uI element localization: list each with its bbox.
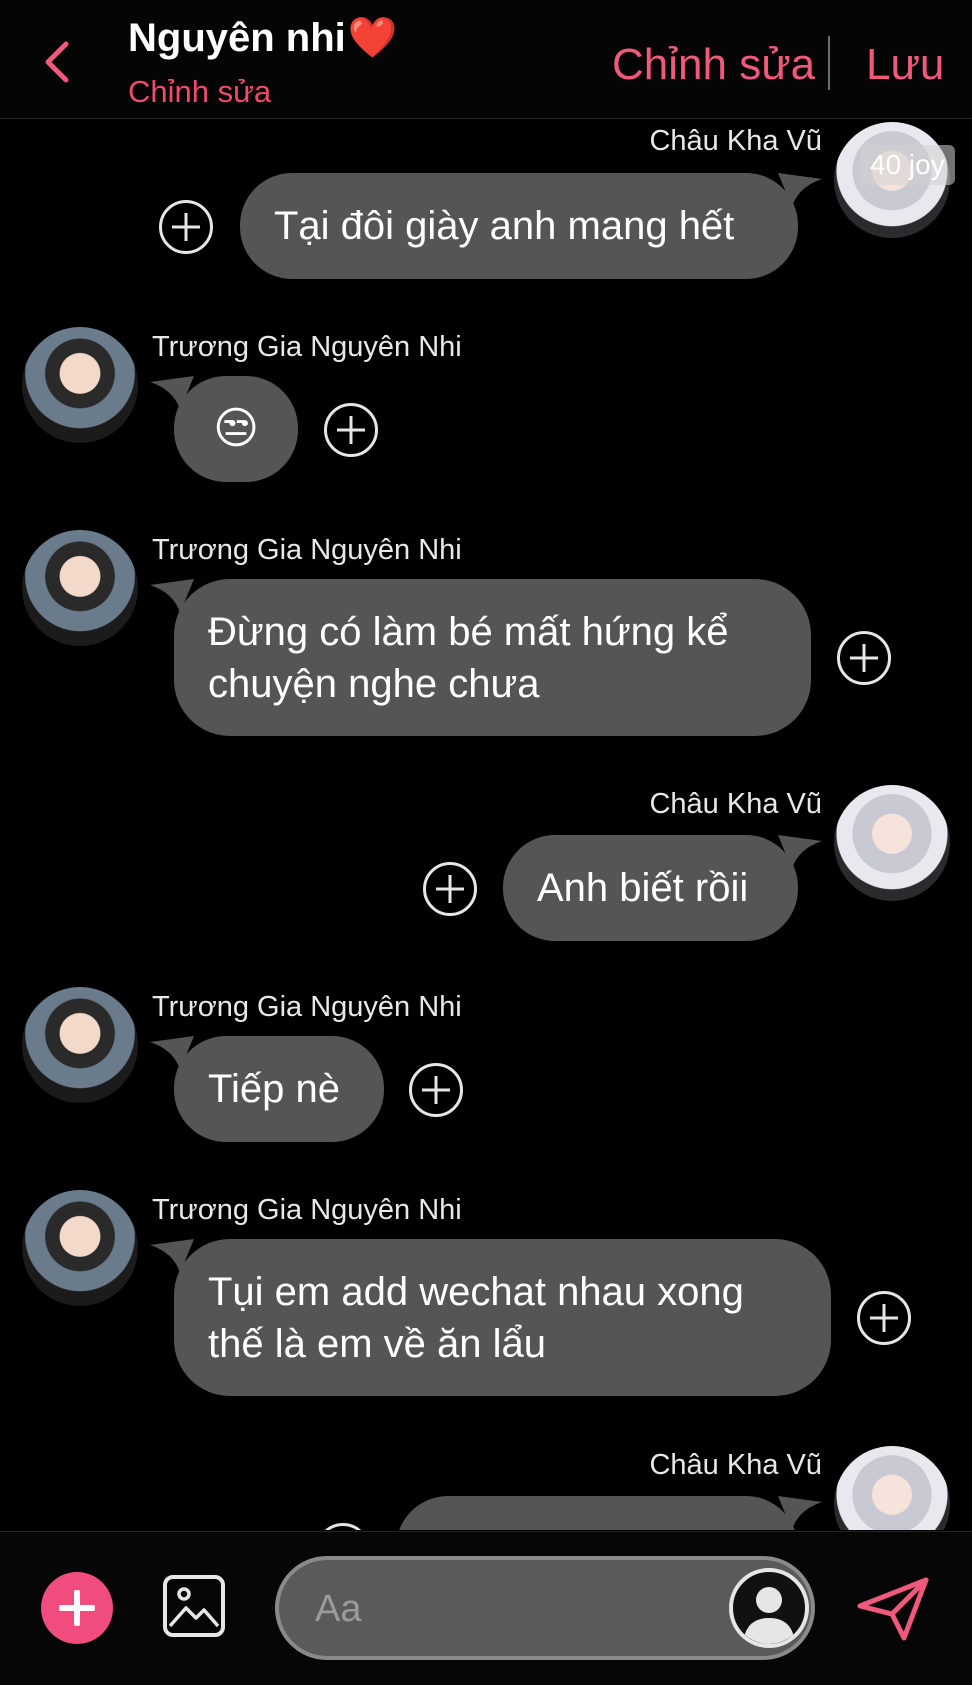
bubble-tail xyxy=(778,173,822,207)
message-text: Tại đôi giày anh mang hết xyxy=(274,204,735,248)
bubble-tail xyxy=(778,1496,822,1530)
conversation-subtitle[interactable]: Chỉnh sửa xyxy=(128,74,271,110)
message-bubble[interactable]: Đừng có làm bé mất hứng kể chuyện nghe c… xyxy=(174,579,811,736)
message-bubble[interactable]: 😒 xyxy=(174,376,298,482)
sender-name: Trương Gia Nguyên Nhi xyxy=(152,331,462,363)
react-plus-icon[interactable] xyxy=(324,403,378,457)
header-divider xyxy=(828,36,830,90)
avatar[interactable] xyxy=(22,327,138,443)
message-emoji: 😒 xyxy=(213,404,259,453)
composer-bar xyxy=(0,1531,972,1685)
message-input[interactable] xyxy=(313,1580,677,1638)
bubble-tail xyxy=(778,835,822,869)
edit-button[interactable]: Chỉnh sửa xyxy=(612,40,815,90)
react-plus-icon[interactable] xyxy=(409,1063,463,1117)
add-plus-icon[interactable] xyxy=(41,1572,113,1644)
message-text: Tụi em add wechat nhau xong thế là em về… xyxy=(208,1269,744,1366)
react-plus-icon[interactable] xyxy=(159,200,213,254)
sender-name: Châu Kha Vũ xyxy=(649,788,822,820)
message-input-field[interactable] xyxy=(275,1556,815,1660)
message-bubble[interactable]: Tụi em add wechat nhau xong thế là em về… xyxy=(174,1239,831,1396)
image-icon[interactable] xyxy=(162,1574,226,1638)
heart-icon: ❤️ xyxy=(347,16,398,60)
avatar[interactable] xyxy=(22,1190,138,1306)
avatar[interactable] xyxy=(834,785,950,901)
react-plus-icon[interactable] xyxy=(316,1523,370,1530)
message-list[interactable]: Châu Kha Vũ 40 joy Tại đôi giày anh mang… xyxy=(0,119,972,1530)
message-bubble[interactable]: Tại đôi giày anh mang hết xyxy=(240,173,798,279)
message-text: Anh biết rồii xyxy=(537,866,749,910)
message-text: Đừng có làm bé mất hứng kể chuyện nghe c… xyxy=(208,609,729,706)
chat-header: Nguyên nhi❤️ Chỉnh sửa Chỉnh sửa Lưu xyxy=(0,0,972,119)
conversation-title: Nguyên nhi❤️ xyxy=(128,14,398,61)
back-chevron-icon[interactable] xyxy=(38,38,78,86)
sender-name: Trương Gia Nguyên Nhi xyxy=(152,534,462,566)
sender-name: Châu Kha Vũ xyxy=(649,125,822,157)
user-silhouette-icon xyxy=(743,1587,795,1644)
sender-name: Trương Gia Nguyên Nhi xyxy=(152,1194,462,1226)
react-plus-icon[interactable] xyxy=(857,1291,911,1345)
avatar[interactable] xyxy=(22,987,138,1103)
conversation-title-text: Nguyên nhi xyxy=(128,16,346,60)
message-text: Tiếp nè xyxy=(208,1067,340,1111)
message-bubble[interactable]: Anh biết rồii xyxy=(503,835,798,941)
sender-name: Châu Kha Vũ xyxy=(649,1449,822,1481)
watermark-badge: 40 joy xyxy=(860,145,955,185)
sender-name: Trương Gia Nguyên Nhi xyxy=(152,991,462,1023)
message-bubble[interactable]: Tiếp nè xyxy=(174,1036,384,1142)
save-button[interactable]: Lưu xyxy=(866,40,944,90)
message-bubble[interactable] xyxy=(396,1496,798,1530)
react-plus-icon[interactable] xyxy=(423,862,477,916)
avatar[interactable] xyxy=(834,1446,950,1530)
user-icon[interactable] xyxy=(729,1568,809,1648)
send-icon[interactable] xyxy=(856,1576,930,1642)
react-plus-icon[interactable] xyxy=(837,631,891,685)
avatar[interactable] xyxy=(22,530,138,646)
